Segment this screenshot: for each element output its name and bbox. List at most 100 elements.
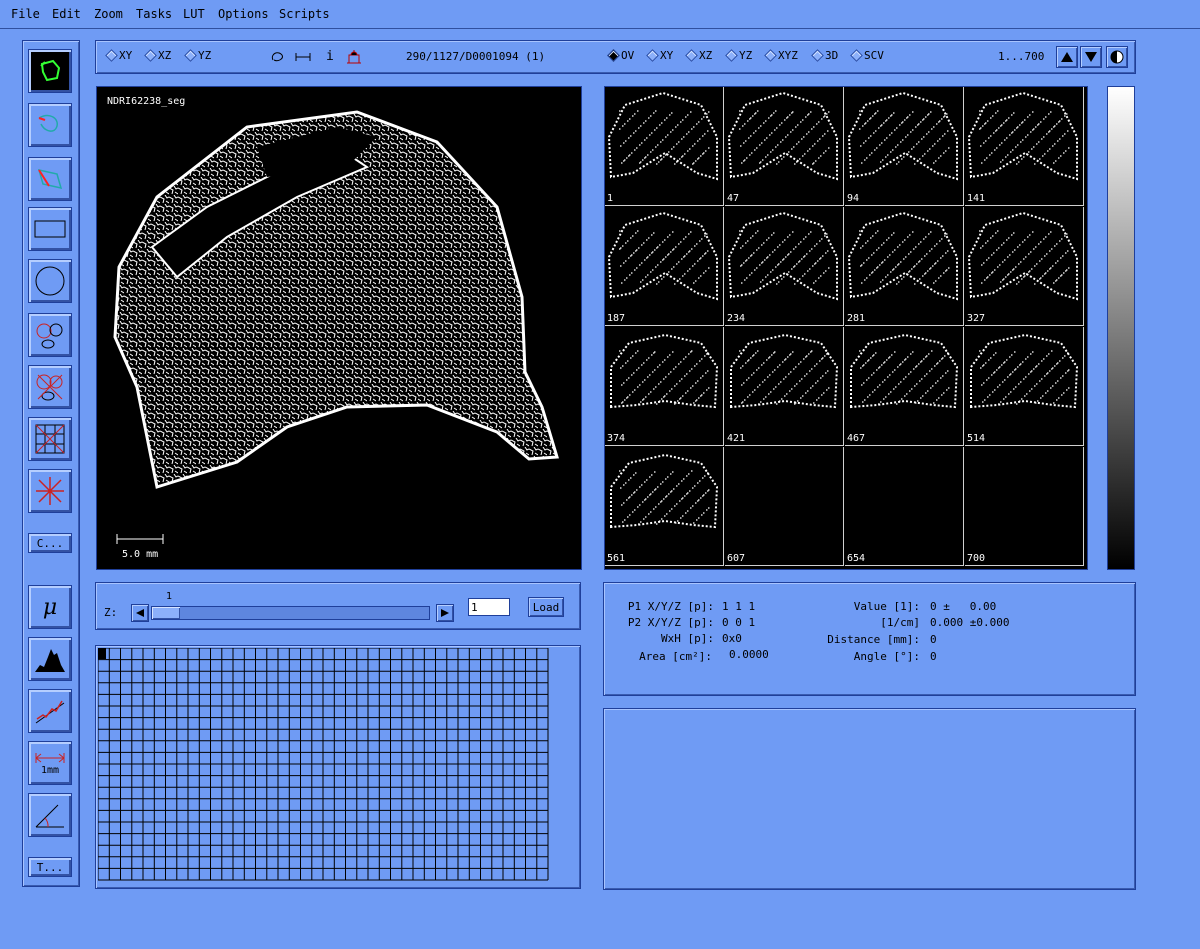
ov-scv-radio[interactable]: SCV <box>850 49 884 62</box>
ov-3d-radio[interactable]: 3D <box>811 49 838 62</box>
z-input[interactable] <box>468 598 510 616</box>
rectangle-tool[interactable] <box>28 207 72 251</box>
profile-tool[interactable] <box>28 689 72 733</box>
measure-label: 1mm <box>40 764 60 776</box>
triangle-left-icon <box>136 609 144 617</box>
range-text: 1...700 <box>998 50 1045 63</box>
spline-roi-tool[interactable] <box>28 103 72 147</box>
z-slider-thumb[interactable] <box>152 607 180 619</box>
alarm-icon[interactable] <box>346 49 362 65</box>
ov-xz-radio[interactable]: XZ <box>685 49 712 62</box>
view-yz-radio[interactable]: YZ <box>184 49 211 62</box>
t-button[interactable]: T... <box>28 857 72 877</box>
thumbnail-label: 514 <box>967 433 986 444</box>
thumbnail-label: 281 <box>847 313 866 324</box>
menu-zoom[interactable]: Zoom <box>94 7 123 21</box>
multi-ellipse-cross-tool[interactable] <box>28 365 72 409</box>
distance-label: Distance [mm]: <box>827 633 920 646</box>
thumbnail-cell[interactable]: 467 <box>845 327 964 446</box>
p1-value: 1 1 1 <box>722 600 756 613</box>
menu-tasks[interactable]: Tasks <box>136 7 172 21</box>
lasso-icon <box>40 59 61 82</box>
thumbnail-cell[interactable]: 94 <box>845 87 964 206</box>
thumbnail-label: 94 <box>847 193 860 204</box>
radio-diamond-icon <box>764 49 777 62</box>
menu-edit[interactable]: Edit <box>52 7 81 21</box>
menu-lut[interactable]: LUT <box>183 7 205 21</box>
thumbnail-cell[interactable]: 607 <box>725 447 844 566</box>
lasso-small-icon[interactable] <box>270 50 284 64</box>
thumbnail-label: 607 <box>727 553 746 564</box>
slider-left-button[interactable] <box>131 604 149 622</box>
thumbnail-image <box>730 333 839 409</box>
histogram-tool[interactable] <box>28 637 72 681</box>
polygon-roi-tool[interactable] <box>28 157 72 201</box>
measure-tool[interactable]: 1mm <box>28 741 72 785</box>
thumbnail-image <box>850 333 959 409</box>
main-image-view[interactable]: NDRI62238_seg 5.0 mm <box>96 86 582 570</box>
contrast-button[interactable] <box>1106 46 1128 68</box>
thumbnail-cell[interactable]: 374 <box>605 327 724 446</box>
triangle-up-icon <box>1061 52 1073 62</box>
c-button[interactable]: C... <box>28 533 72 553</box>
bone-section-image <box>113 110 559 544</box>
menu-scripts[interactable]: Scripts <box>279 7 330 21</box>
thumbnail-cell[interactable]: 561 <box>605 447 724 566</box>
info-i-icon[interactable]: i <box>326 49 334 64</box>
menu-options[interactable]: Options <box>218 7 269 21</box>
thumbnail-grid: 1 47 94 141 187 234 281 327 374 421 467 514 561 607 65… <box>604 86 1088 570</box>
scroll-down-button[interactable] <box>1080 46 1102 68</box>
radio-diamond-icon <box>725 49 738 62</box>
thumbnail-cell[interactable]: 234 <box>725 207 844 326</box>
slider-right-button[interactable] <box>436 604 454 622</box>
thumbnail-cell[interactable]: 187 <box>605 207 724 326</box>
thumbnail-cell[interactable]: 141 <box>965 87 1084 206</box>
cm-label: [1/cm] <box>880 616 920 629</box>
thumbnail-cell[interactable]: 1 <box>605 87 724 206</box>
thumbnail-cell[interactable]: 700 <box>965 447 1084 566</box>
expand-tool[interactable] <box>28 469 72 513</box>
thumbnail-label: 141 <box>967 193 986 204</box>
view-xy-radio[interactable]: XY <box>105 49 132 62</box>
freehand-roi-tool[interactable] <box>28 49 72 93</box>
circle-tool[interactable] <box>28 259 72 303</box>
ov-xyz-radio[interactable]: XYZ <box>764 49 798 62</box>
scroll-up-button[interactable] <box>1056 46 1078 68</box>
angle-label: Angle [°]: <box>853 650 920 663</box>
area-label: Area [cm²]: <box>639 650 712 663</box>
angle-tool[interactable] <box>28 793 72 837</box>
load-button[interactable]: Load <box>528 597 564 617</box>
radio-diamond-icon <box>144 49 157 62</box>
area-value: 0.0000 <box>729 648 769 661</box>
multi-ellipse-tool[interactable] <box>28 313 72 357</box>
thumbnail-label: 700 <box>967 553 986 564</box>
menu-bar: File Edit Zoom Tasks LUT Options Scripts <box>0 0 1200 29</box>
grid-tool[interactable] <box>28 417 72 461</box>
radio-diamond-icon <box>850 49 863 62</box>
thumbnail-cell[interactable]: 281 <box>845 207 964 326</box>
ellipses-icon <box>36 323 63 349</box>
thumbnail-image <box>967 211 1078 301</box>
z-slider-track[interactable] <box>151 606 430 620</box>
thumbnail-cell[interactable]: 514 <box>965 327 1084 446</box>
spline-icon <box>38 114 58 132</box>
thumbnail-cell[interactable]: 327 <box>965 207 1084 326</box>
thumbnail-cell[interactable]: 421 <box>725 327 844 446</box>
thumbnail-label: 327 <box>967 313 986 324</box>
thumbnail-image <box>607 91 718 181</box>
radio-diamond-icon <box>811 49 824 62</box>
thumbnail-image <box>610 333 719 409</box>
menu-file[interactable]: File <box>11 7 40 21</box>
value-label: Value [1]: <box>853 600 920 613</box>
view-ov-radio[interactable]: OV <box>607 49 634 62</box>
ellipses-cross-icon <box>36 374 63 401</box>
thumbnail-cell[interactable]: 47 <box>725 87 844 206</box>
thumbnail-label: 187 <box>607 313 626 324</box>
mu-tool[interactable]: μ <box>28 585 72 629</box>
angle-icon <box>35 804 64 828</box>
ov-yz-radio[interactable]: YZ <box>725 49 752 62</box>
view-xz-radio[interactable]: XZ <box>144 49 171 62</box>
ruler-small-icon[interactable] <box>295 50 311 64</box>
ov-xy-radio[interactable]: XY <box>646 49 673 62</box>
thumbnail-cell[interactable]: 654 <box>845 447 964 566</box>
